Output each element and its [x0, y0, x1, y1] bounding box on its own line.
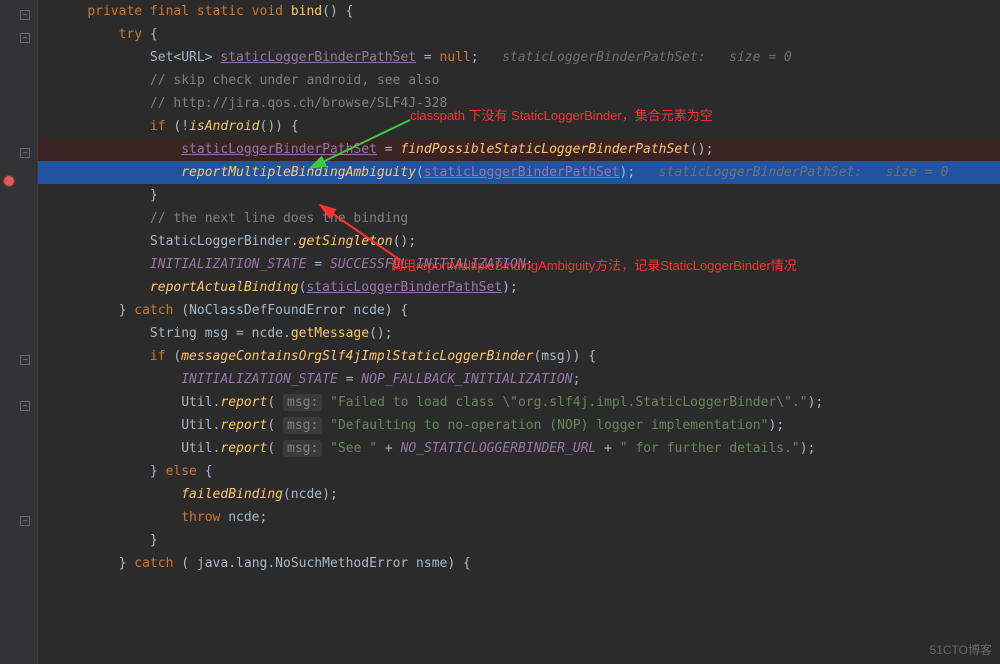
fold-icon[interactable]: − — [20, 33, 30, 43]
code-line: throw ncde; — [38, 506, 1000, 529]
code-line: } catch (NoClassDefFoundError ncde) { — [38, 299, 1000, 322]
code-line: String msg = ncde.getMessage(); — [38, 322, 1000, 345]
watermark: 51CTO博客 — [930, 641, 992, 658]
fold-icon[interactable]: − — [20, 401, 30, 411]
code-line-breakpoint: staticLoggerBinderPathSet = findPossible… — [38, 138, 1000, 161]
code-line: reportActualBinding(staticLoggerBinderPa… — [38, 276, 1000, 299]
code-line: Util.report( msg: "See " + NO_STATICLOGG… — [38, 437, 1000, 460]
code-line: private final static void bind() { — [38, 0, 1000, 23]
code-line: } — [38, 184, 1000, 207]
code-line: } — [38, 529, 1000, 552]
fold-icon[interactable]: − — [20, 10, 30, 20]
code-line: Set<URL> staticLoggerBinderPathSet = nul… — [38, 46, 1000, 69]
code-line: StaticLoggerBinder.getSingleton(); — [38, 230, 1000, 253]
code-line: } catch ( java.lang.NoSuchMethodError ns… — [38, 552, 1000, 575]
fold-icon[interactable]: − — [20, 355, 30, 365]
code-line: try { — [38, 23, 1000, 46]
gutter: − − − − − − — [0, 0, 38, 664]
code-line: Util.report( msg: "Failed to load class … — [38, 391, 1000, 414]
code-line: // skip check under android, see also — [38, 69, 1000, 92]
code-line: if (messageContainsOrgSlf4jImplStaticLog… — [38, 345, 1000, 368]
code-line: // the next line does the binding — [38, 207, 1000, 230]
fold-icon[interactable]: − — [20, 148, 30, 158]
breakpoint-icon[interactable] — [3, 175, 15, 187]
annotation-text: classpath 下没有 StaticLoggerBinder，集合元素为空 — [410, 105, 713, 124]
code-line-execution: reportMultipleBindingAmbiguity(staticLog… — [38, 161, 1000, 184]
code-line: } else { — [38, 460, 1000, 483]
code-editor[interactable]: private final static void bind() { try {… — [38, 0, 1000, 664]
code-line: failedBinding(ncde); — [38, 483, 1000, 506]
fold-icon[interactable]: − — [20, 516, 30, 526]
code-line: INITIALIZATION_STATE = NOP_FALLBACK_INIT… — [38, 368, 1000, 391]
code-line: Util.report( msg: "Defaulting to no-oper… — [38, 414, 1000, 437]
annotation-text: 调用reportMultipleBindingAmbiguity方法，记录Sta… — [390, 255, 797, 274]
